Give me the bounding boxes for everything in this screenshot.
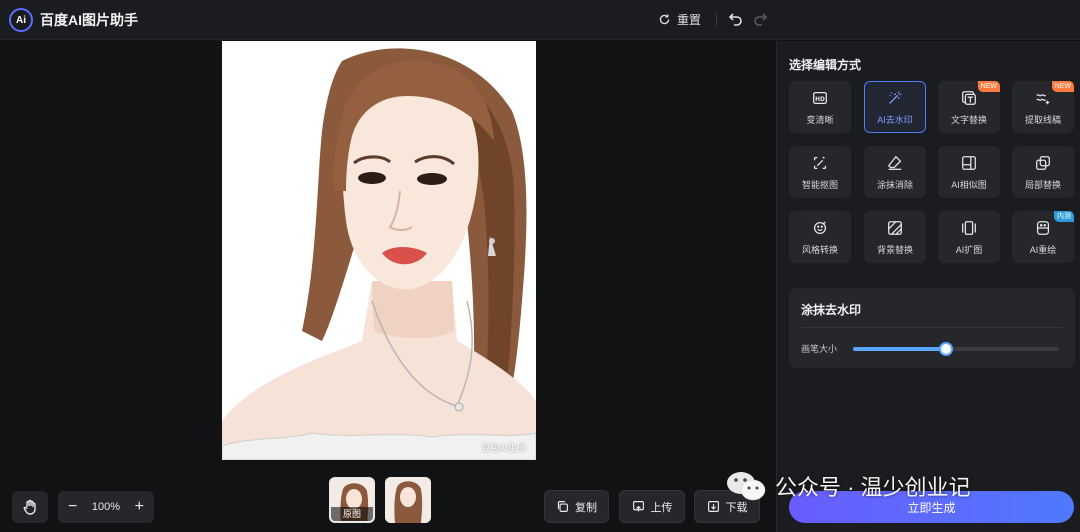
top-bar: Ai 百度AI图片助手 重置: [0, 0, 1080, 40]
tool-expand-image[interactable]: AI扩图: [938, 211, 1000, 263]
wechat-overlay: 公众号 · 温少创业记: [725, 469, 971, 503]
pan-tool-button[interactable]: [12, 491, 48, 523]
new-badge: NEW: [977, 81, 1000, 92]
app-title: 百度AI图片助手: [40, 12, 138, 28]
download-icon: [707, 501, 719, 512]
tool-label: 局部替换: [1024, 179, 1061, 190]
svg-text:HD: HD: [815, 96, 825, 102]
reset-button[interactable]: 重置: [658, 11, 701, 28]
zoom-in-button[interactable]: +: [135, 499, 144, 515]
tool-label: AI去水印: [877, 114, 913, 125]
upload-label: 上传: [650, 501, 673, 514]
brush-size-slider[interactable]: [853, 342, 1059, 356]
wechat-icon: [727, 472, 766, 501]
edit-image[interactable]: 豆包AI生成: [222, 41, 536, 460]
portrait-illustration: [222, 41, 536, 460]
tool-label: 文字替换: [950, 114, 987, 125]
beta-badge: 内测: [1054, 211, 1074, 222]
partial-replace-icon: [1036, 155, 1050, 170]
app-logo: Ai: [9, 8, 33, 32]
tool-remove-watermark[interactable]: AI去水印: [864, 81, 926, 133]
tool-style-transfer[interactable]: 风格转换: [789, 211, 851, 263]
smart-cutout-icon: [813, 156, 827, 169]
tool-label: 背景替换: [876, 244, 913, 255]
zoom-out-button[interactable]: −: [68, 499, 77, 515]
sub-card-divider: [801, 327, 1063, 328]
sub-card-title: 涂抹去水印: [801, 303, 862, 317]
reset-icon: [659, 14, 670, 25]
tool-label: 风格转换: [801, 244, 838, 255]
edit-panel: 选择编辑方式 HD 变清晰 AI去水印 NEW 文字替换 NEW 提取线稿 智能…: [776, 41, 1080, 532]
watermark-brush-card: 涂抹去水印 画笔大小: [789, 288, 1075, 368]
reset-label: 重置: [677, 13, 702, 27]
thumbnail-original[interactable]: 原图: [329, 477, 375, 523]
tool-background-replace[interactable]: 背景替换: [864, 211, 926, 263]
new-badge: NEW: [1051, 81, 1074, 92]
tool-text-replace[interactable]: NEW 文字替换: [938, 81, 1000, 133]
redo-icon[interactable]: [752, 11, 768, 27]
redraw-icon: [1036, 220, 1050, 235]
slider-handle[interactable]: [938, 342, 953, 356]
tool-line-art[interactable]: NEW 提取线稿: [1012, 81, 1074, 133]
tool-label: AI重绘: [1029, 244, 1057, 255]
tool-enhance[interactable]: HD 变清晰: [789, 81, 851, 133]
tool-label: 变清晰: [806, 114, 834, 125]
copy-icon: [557, 501, 568, 512]
tool-smart-cutout[interactable]: 智能抠图: [789, 146, 851, 198]
upload-button[interactable]: 上传: [619, 490, 685, 523]
slider-fill: [853, 347, 946, 351]
thumbnail-result[interactable]: [385, 477, 431, 523]
tool-erase[interactable]: 涂抹消除: [864, 146, 926, 198]
similar-image-icon: [962, 155, 976, 170]
style-transfer-icon: [813, 221, 827, 234]
thumbnail-image: [385, 477, 431, 523]
tool-label: 涂抹消除: [876, 179, 913, 190]
hd-icon: HD: [813, 91, 827, 104]
expand-image-icon: [962, 220, 976, 235]
panel-title: 选择编辑方式: [789, 58, 862, 72]
line-art-icon: [1036, 93, 1050, 104]
tool-redraw[interactable]: 内测 AI重绘: [1012, 211, 1074, 263]
eraser-icon: [887, 155, 902, 170]
copy-button[interactable]: 复制: [544, 490, 609, 523]
tool-similar-image[interactable]: AI相似图: [938, 146, 1000, 198]
zoom-level: 100%: [91, 501, 121, 513]
hand-icon: [23, 499, 36, 515]
zoom-control: − 100% +: [58, 491, 154, 523]
thumbnail-original-label: 原图: [331, 507, 373, 521]
tool-partial-replace[interactable]: 局部替换: [1012, 146, 1074, 198]
tool-label: 提取线稿: [1024, 114, 1061, 125]
background-replace-icon: [888, 220, 902, 235]
tool-label: AI相似图: [951, 179, 987, 190]
magic-wand-icon: [889, 91, 902, 104]
tool-label: 智能抠图: [801, 179, 838, 190]
text-replace-icon: [962, 90, 976, 105]
toolbar-divider: [716, 13, 717, 26]
copy-label: 复制: [575, 501, 597, 514]
undo-icon[interactable]: [728, 11, 744, 27]
tool-label: AI扩图: [955, 244, 983, 255]
image-watermark: 豆包AI生成: [481, 443, 526, 453]
upload-icon: [632, 501, 644, 512]
brush-size-label: 画笔大小: [801, 344, 838, 354]
wechat-text: 公众号 · 温少创业记: [775, 475, 971, 500]
